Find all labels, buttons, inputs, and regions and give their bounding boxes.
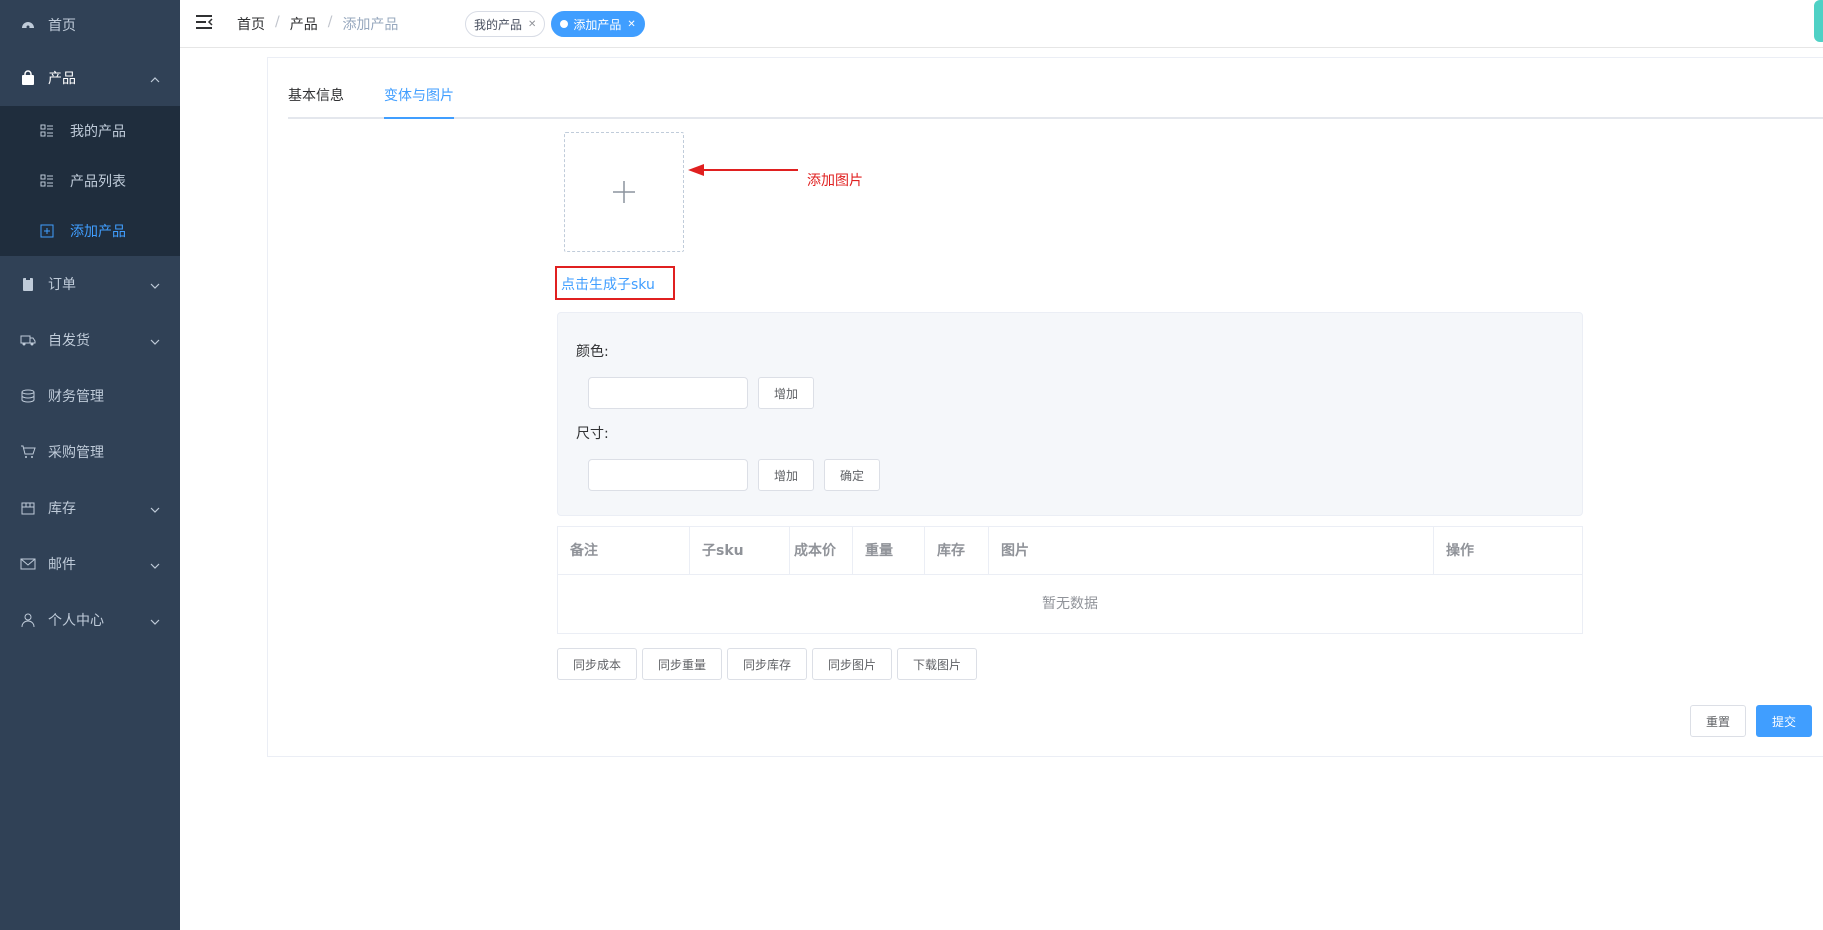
close-icon[interactable]: ✕ xyxy=(528,19,536,30)
sidebar-item-self-ship[interactable]: 自发货 xyxy=(0,312,180,368)
breadcrumb-current: 添加产品 xyxy=(342,17,399,33)
tab-basic-info[interactable]: 基本信息 xyxy=(288,86,344,119)
color-input[interactable] xyxy=(588,377,748,409)
close-icon[interactable]: ✕ xyxy=(627,19,635,30)
plus-icon xyxy=(613,181,635,203)
breadcrumb-home[interactable]: 首页 xyxy=(237,14,265,34)
tag-add-product[interactable]: 添加产品 ✕ xyxy=(551,11,645,37)
chevron-down-icon xyxy=(150,335,160,351)
active-dot xyxy=(560,20,569,28)
tag-my-products[interactable]: 我的产品 ✕ xyxy=(465,11,546,37)
bag-icon xyxy=(20,70,36,86)
column-header: 重量 xyxy=(853,527,925,575)
chevron-down-icon xyxy=(150,559,160,575)
chevron-up-icon xyxy=(150,73,160,89)
sidebar-item-label: 采购管理 xyxy=(48,445,104,461)
chevron-down-icon xyxy=(150,615,160,631)
sidebar-item-label: 个人中心 xyxy=(48,613,104,629)
sidebar-item-mail[interactable]: 邮件 xyxy=(0,536,180,592)
sidebar-item-profile[interactable]: 个人中心 xyxy=(0,592,180,648)
column-header: 图片 xyxy=(989,527,1434,575)
sidebar-item-label: 首页 xyxy=(48,18,76,34)
download-image-button[interactable]: 下载图片 xyxy=(897,648,977,680)
column-header: 成本价 xyxy=(790,527,853,575)
sidebar-item-add-product[interactable]: 添加产品 xyxy=(0,206,180,256)
sidebar-item-home[interactable]: 首页 xyxy=(0,0,180,50)
sidebar-item-purchase[interactable]: 采购管理 xyxy=(0,424,180,480)
size-input[interactable] xyxy=(588,459,748,491)
tab-variants-images[interactable]: 变体与图片 xyxy=(384,86,454,119)
column-header: 库存 xyxy=(925,527,989,575)
add-color-button[interactable]: 增加 xyxy=(758,377,814,409)
sidebar-item-product[interactable]: 产品 xyxy=(0,50,180,106)
tab-bar: 基本信息 变体与图片 xyxy=(288,86,1823,119)
sync-image-button[interactable]: 同步图片 xyxy=(812,648,892,680)
annotation-text: 添加图片 xyxy=(807,173,863,189)
database-icon xyxy=(20,388,36,404)
column-header: 操作 xyxy=(1446,543,1474,559)
cart-icon xyxy=(20,444,36,460)
sidebar-item-finance[interactable]: 财务管理 xyxy=(0,368,180,424)
sidebar-item-label: 产品列表 xyxy=(70,174,126,190)
clipboard-icon xyxy=(20,276,36,292)
sidebar-item-orders[interactable]: 订单 xyxy=(0,256,180,312)
table-header: 备注 子sku 成本价 重量 库存 图片 操作 xyxy=(558,527,1582,575)
confirm-button[interactable]: 确定 xyxy=(824,459,880,491)
color-label: 颜色: xyxy=(576,344,609,360)
settings-handle[interactable] xyxy=(1814,0,1823,42)
chevron-down-icon xyxy=(150,503,160,519)
column-header: 子sku xyxy=(690,527,790,575)
product-submenu: 我的产品 产品列表 添加产品 xyxy=(0,106,180,256)
annotation-arrow xyxy=(688,164,798,176)
sidebar-item-label: 订单 xyxy=(48,277,76,293)
sidebar-item-label: 我的产品 xyxy=(70,124,126,140)
sidebar-item-label: 产品 xyxy=(48,71,76,87)
chevron-down-icon xyxy=(150,279,160,295)
list-icon xyxy=(40,174,54,188)
generate-sku-link[interactable]: 点击生成子sku xyxy=(561,274,655,294)
add-size-button[interactable]: 增加 xyxy=(758,459,814,491)
sync-cost-button[interactable]: 同步成本 xyxy=(557,648,637,680)
tags-view: 我的产品 ✕ 添加产品 ✕ xyxy=(465,11,645,37)
navbar: 首页 / 产品 / 添加产品 我的产品 ✕ 添加产品 ✕ xyxy=(180,0,1823,48)
size-label: 尺寸: xyxy=(576,426,609,442)
tag-label: 添加产品 xyxy=(573,17,622,32)
sku-table: 备注 子sku 成本价 重量 库存 图片 操作 暂无数据 xyxy=(557,526,1583,634)
sync-stock-button[interactable]: 同步库存 xyxy=(727,648,807,680)
empty-text: 暂无数据 xyxy=(1042,596,1098,612)
box-icon xyxy=(20,500,36,516)
add-square-icon xyxy=(40,224,54,238)
tag-label: 我的产品 xyxy=(474,17,523,32)
truck-icon xyxy=(20,332,36,348)
column-header: 备注 xyxy=(558,527,690,575)
hamburger-icon[interactable] xyxy=(195,13,215,33)
sidebar-item-my-products[interactable]: 我的产品 xyxy=(0,106,180,156)
submit-button[interactable]: 提交 xyxy=(1756,705,1812,737)
sidebar: 首页 产品 我的产品 产品列表 添加产品 订单 自发货 财务管理 采购管理 库存… xyxy=(0,0,180,930)
sidebar-item-label: 库存 xyxy=(48,501,76,517)
sidebar-item-label: 财务管理 xyxy=(48,389,104,405)
main-card: 基本信息 变体与图片 添加图片 点击生成子sku 颜色: 增加 尺寸: 增加 确… xyxy=(267,57,1823,757)
sync-weight-button[interactable]: 同步重量 xyxy=(642,648,722,680)
sidebar-item-label: 邮件 xyxy=(48,557,76,573)
list-icon xyxy=(40,124,54,138)
sidebar-item-label: 添加产品 xyxy=(70,224,126,240)
sidebar-item-inventory[interactable]: 库存 xyxy=(0,480,180,536)
breadcrumb: 首页 / 产品 / 添加产品 xyxy=(237,14,399,34)
dashboard-icon xyxy=(20,17,36,33)
mail-icon xyxy=(20,556,36,572)
sidebar-item-label: 自发货 xyxy=(48,333,90,349)
breadcrumb-product[interactable]: 产品 xyxy=(290,14,318,34)
image-upload[interactable] xyxy=(564,132,684,252)
reset-button[interactable]: 重置 xyxy=(1690,705,1746,737)
sidebar-item-product-list[interactable]: 产品列表 xyxy=(0,156,180,206)
user-icon xyxy=(20,612,36,628)
attribute-panel: 颜色: 增加 尺寸: 增加 确定 xyxy=(557,312,1583,516)
